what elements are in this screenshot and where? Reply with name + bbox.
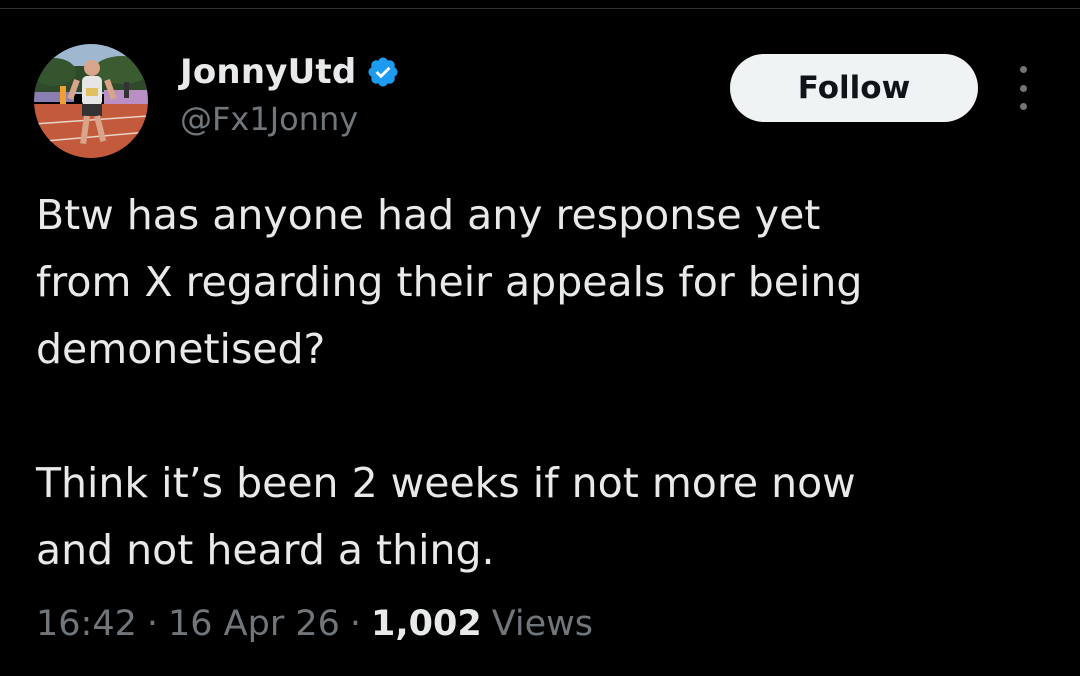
verified-badge-icon[interactable] <box>366 55 400 89</box>
views-count[interactable]: 1,002 <box>371 604 482 644</box>
tweet-meta: 16:42 · 16 Apr 26 · 1,002 Views <box>36 604 593 644</box>
tweet-text: Btw has anyone had any response yet from… <box>36 182 1036 584</box>
follow-button[interactable]: Follow <box>730 54 978 122</box>
display-name-row: JonnyUtd <box>180 50 400 94</box>
user-handle[interactable]: @Fx1Jonny <box>180 100 358 138</box>
views-label[interactable]: Views <box>492 604 593 644</box>
display-name[interactable]: JonnyUtd <box>180 52 356 92</box>
more-dot <box>1019 84 1027 92</box>
avatar[interactable] <box>34 44 148 158</box>
meta-separator: · <box>349 604 362 644</box>
more-dot <box>1019 66 1027 73</box>
tweet-paragraph: Think it’s been 2 weeks if not more now … <box>36 459 856 574</box>
tweet-paragraph: Btw has anyone had any response yet from… <box>36 191 863 373</box>
more-dot <box>1019 103 1027 110</box>
meta-separator: · <box>146 604 159 644</box>
avatar-image <box>34 44 148 158</box>
tweet-date[interactable]: 16 Apr 26 <box>168 604 340 644</box>
tweet-time[interactable]: 16:42 <box>36 604 137 644</box>
tweet-header: JonnyUtd @Fx1Jonny Follow <box>0 0 1080 170</box>
more-options-icon[interactable] <box>1008 66 1038 110</box>
